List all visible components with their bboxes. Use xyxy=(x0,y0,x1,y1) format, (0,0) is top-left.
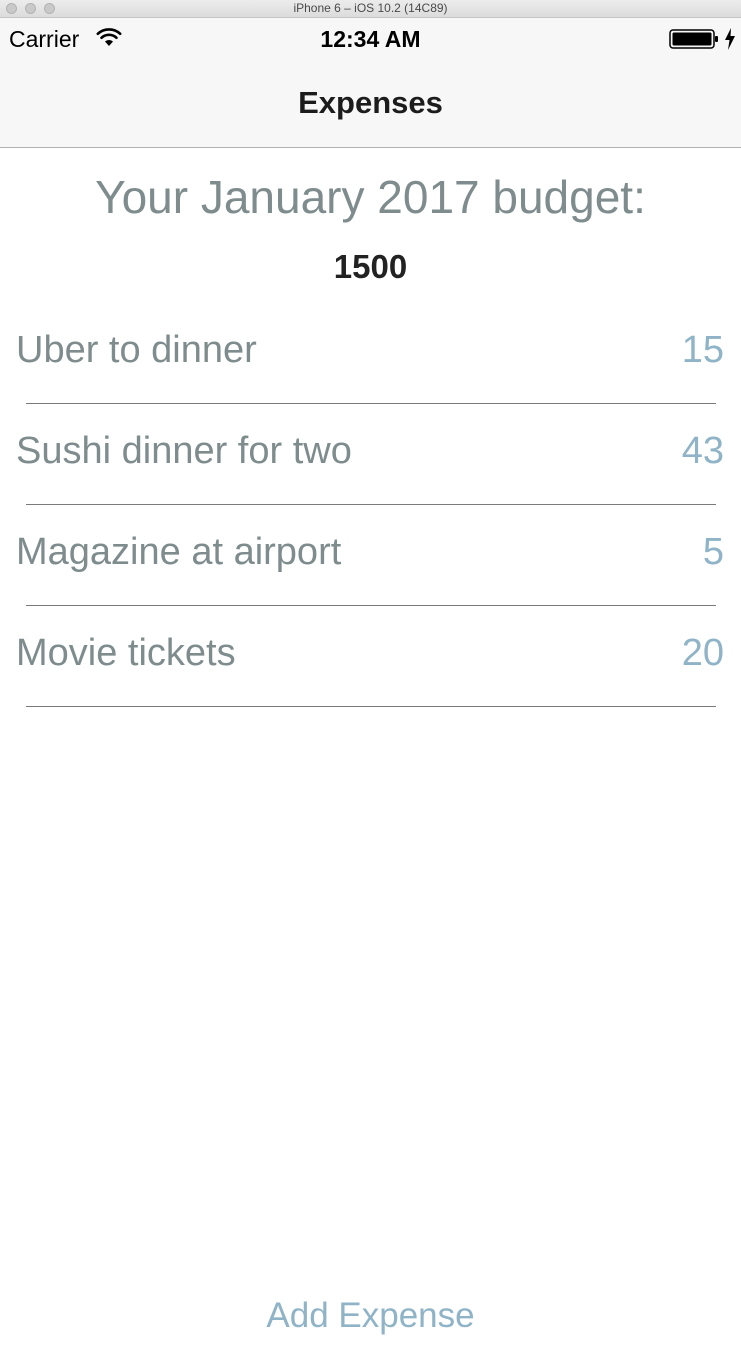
expense-row[interactable]: Magazine at airport 5 xyxy=(0,505,741,606)
expense-name: Sushi dinner for two xyxy=(16,430,352,472)
expense-list: Uber to dinner 15 Sushi dinner for two 4… xyxy=(0,303,741,707)
expense-row[interactable]: Uber to dinner 15 xyxy=(0,303,741,404)
expense-name: Movie tickets xyxy=(16,632,236,674)
navigation-bar: Expenses xyxy=(0,60,741,148)
add-expense-button[interactable]: Add Expense xyxy=(0,1296,741,1336)
budget-amount: 1500 xyxy=(333,248,408,285)
budget-heading: Your January 2017 budget: xyxy=(95,171,646,223)
page-title: Expenses xyxy=(298,85,443,120)
expense-amount: 15 xyxy=(681,329,724,371)
window-title: iPhone 6 – iOS 10.2 (14C89) xyxy=(293,1,448,15)
expense-amount: 20 xyxy=(681,632,724,674)
simulator-titlebar: iPhone 6 – iOS 10.2 (14C89) xyxy=(0,0,741,18)
expense-row[interactable]: Sushi dinner for two 43 xyxy=(0,404,741,505)
expense-amount: 43 xyxy=(681,430,724,472)
expense-name: Uber to dinner xyxy=(16,329,257,371)
expense-row[interactable]: Movie tickets 20 xyxy=(0,606,741,707)
expense-name: Magazine at airport xyxy=(16,531,342,573)
clock: 12:34 AM xyxy=(320,26,421,52)
status-bar: Carrier 12:34 AM xyxy=(0,18,741,60)
charging-bolt-icon xyxy=(724,28,736,55)
battery-icon xyxy=(669,29,719,54)
expense-amount: 5 xyxy=(702,531,724,573)
